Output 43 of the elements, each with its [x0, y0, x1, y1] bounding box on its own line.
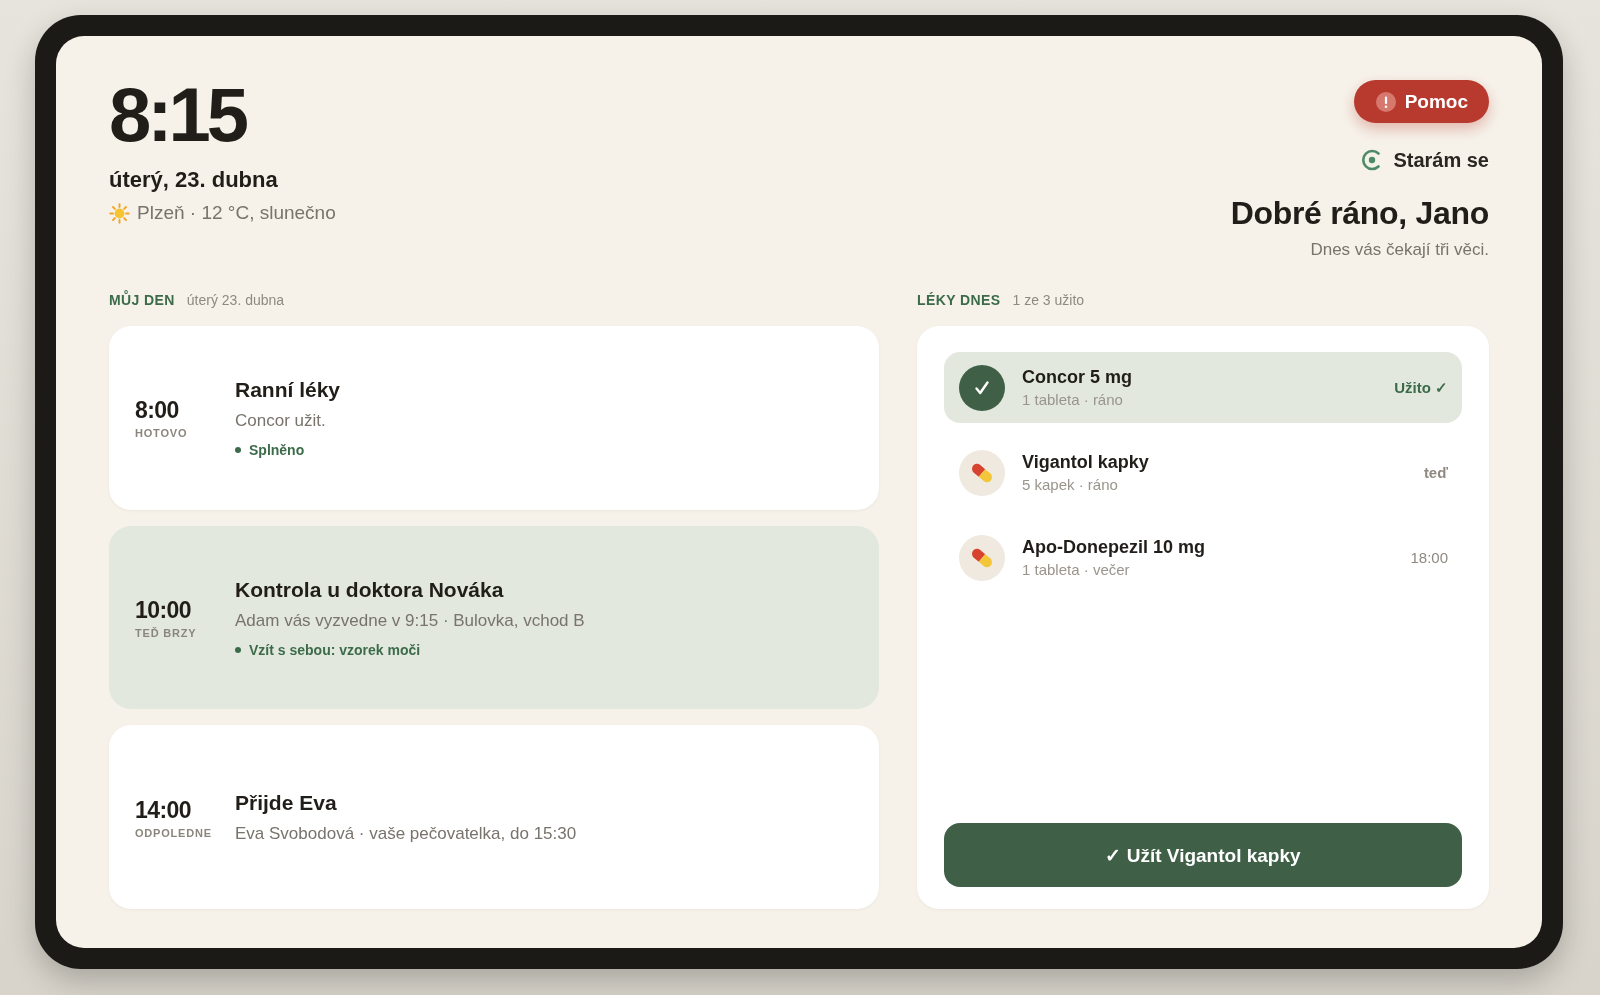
- event-title: Kontrola u doktora Nováka: [235, 577, 504, 603]
- event-note: Vzít s sebou: vzorek moči: [249, 641, 421, 659]
- section-heading: MŮJ DEN: [109, 292, 175, 308]
- medication-row[interactable]: Apo-Donepezil 10 mg 1 tableta · večer 18:00: [944, 522, 1462, 593]
- medication-dose: 1 tableta · večer: [1022, 559, 1131, 580]
- medication-name: Apo-Donepezil 10 mg: [1022, 535, 1205, 558]
- section-summary: 1 ze 3 užito: [1012, 292, 1085, 308]
- event-status: HOTOVO: [135, 427, 188, 440]
- event-detail: Eva Svobodová · vaše pečovatelka, do 15:30: [235, 823, 577, 846]
- event-detail: Concor užit.: [235, 410, 326, 433]
- note-dot-icon: [235, 447, 241, 454]
- mode-label: Starám se: [1393, 148, 1489, 173]
- event-time: 8:00: [135, 396, 179, 425]
- event-title: Ranní léky: [235, 377, 341, 404]
- ring-dot-icon: [1361, 149, 1383, 171]
- medication-dose: 5 kapek · ráno: [1022, 474, 1119, 495]
- event-title: Přijde Eva: [235, 790, 337, 817]
- event-status: TEĎ BRZY: [135, 627, 197, 639]
- clock-time: 8:15: [109, 76, 246, 154]
- section-date: úterý 23. dubna: [186, 292, 285, 308]
- weather-text: Plzeň · 12 °C, slunečno: [137, 201, 336, 225]
- event-time: 10:00: [135, 596, 191, 624]
- greeting-title: Dobré ráno, Jano: [1230, 194, 1489, 233]
- medication-row[interactable]: Vigantol kapky 5 kapek · ráno teď: [944, 437, 1462, 508]
- medication-name: Vigantol kapky: [1022, 450, 1149, 473]
- medication-dose: 1 tableta · ráno: [1022, 389, 1124, 410]
- alert-icon: [1375, 91, 1396, 112]
- take-button[interactable]: ✓ Užít Vigantol kapky: [944, 823, 1462, 887]
- medication-status: 18:00: [1410, 549, 1448, 566]
- medication-status: teď: [1423, 464, 1448, 481]
- date-text: úterý, 23. dubna: [109, 166, 278, 194]
- medication-status: Užito ✓: [1394, 378, 1448, 397]
- event-detail: Adam vás vyzvedne v 9:15 · Bulovka, vchod B: [235, 610, 585, 632]
- event-note: Splněno: [249, 441, 305, 460]
- medication-row[interactable]: Concor 5 mg 1 tableta · ráno Užito ✓: [944, 352, 1462, 423]
- help-button[interactable]: Pomoc: [1353, 80, 1489, 123]
- event-status: ODPOLEDNE: [135, 826, 212, 839]
- sun-icon: [109, 202, 130, 224]
- medication-name: Concor 5 mg: [1022, 365, 1132, 388]
- greeting-subtitle: Dnes vás čekají tři věci.: [1310, 239, 1489, 261]
- section-heading: LÉKY DNES: [917, 292, 1001, 308]
- event-time: 14:00: [135, 795, 191, 824]
- note-dot-icon: [235, 647, 241, 653]
